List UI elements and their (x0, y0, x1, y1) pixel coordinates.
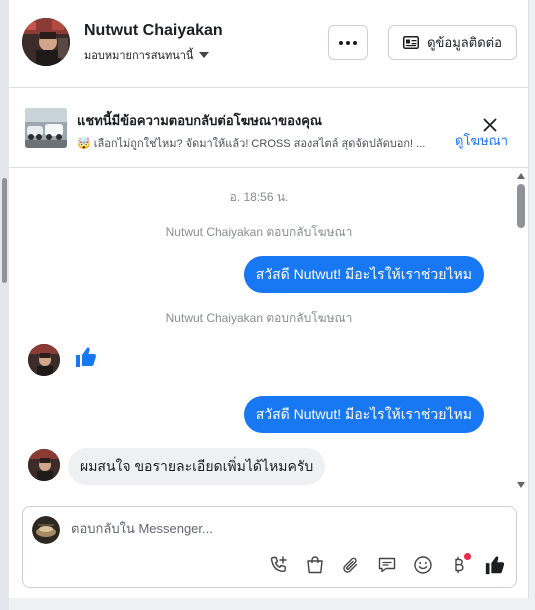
contact-avatar-image (22, 18, 70, 66)
contact-avatar[interactable] (22, 18, 70, 66)
thumbs-up-icon[interactable] (74, 345, 98, 374)
page-avatar (32, 516, 60, 544)
left-pane-scrollbar[interactable] (2, 178, 7, 283)
ad-banner-subtitle: 🤯 เลือกไม่ถูกใช่ไหม? จัดมาให้แล้ว! CROSS… (77, 138, 426, 150)
baht-icon[interactable] (447, 553, 471, 577)
ad-banner-title: แชทนี้มีข้อความตอบกลับต่อโฆษณาของคุณ (77, 113, 322, 128)
sender-avatar[interactable] (28, 344, 60, 376)
message-timestamp: อ. 18:56 น. (229, 190, 289, 204)
paperclip-icon[interactable] (339, 553, 363, 577)
assign-conversation-dropdown[interactable]: มอบหมายการสนทนานี้ (84, 46, 210, 64)
system-message: Nutwut Chaiyakan ตอบกลับโฆษณา (165, 311, 353, 325)
left-pane-edge (0, 0, 9, 610)
emoji-icon[interactable] (411, 553, 435, 577)
caret-down-icon (199, 52, 210, 58)
sender-avatar[interactable] (28, 449, 60, 481)
view-contact-info-label: ดูข้อมูลติดต่อ (427, 35, 502, 50)
quick-reply-icon[interactable] (375, 553, 399, 577)
scroll-up-arrow-icon[interactable] (517, 173, 525, 179)
ad-thumbnail-image (25, 108, 67, 148)
sender-avatar-image (28, 344, 60, 376)
outgoing-message-bubble[interactable]: สวัสดี Nutwut! มีอะไรให้เราช่วยไหม (243, 256, 484, 293)
message-composer (22, 506, 517, 588)
more-options-button[interactable] (328, 25, 368, 60)
phone-plus-icon[interactable] (267, 553, 291, 577)
composer-toolbar (267, 553, 507, 577)
scroll-down-arrow-icon[interactable] (517, 482, 525, 488)
thread-scrollbar[interactable] (514, 168, 528, 493)
more-dot-icon (346, 40, 350, 45)
scrollbar-thumb[interactable] (517, 184, 525, 228)
incoming-message-bubble[interactable]: ผมสนใจ ขอรายละเอียดเพิ่มได้ไหมครับ (68, 448, 326, 485)
outgoing-message-bubble[interactable]: สวัสดี Nutwut! มีอะไรให้เราช่วยไหม (243, 396, 484, 433)
ad-reply-banner: แชทนี้มีข้อความตอบกลับต่อโฆษณาของคุณ 🤯 เ… (9, 88, 529, 168)
message-thread: อ. 18:56 น. Nutwut Chaiyakan ตอบกลับโฆษณ… (9, 168, 529, 493)
contact-name[interactable]: Nutwut Chaiyakan (84, 22, 223, 40)
notification-dot (464, 553, 471, 560)
more-dot-icon (353, 40, 357, 45)
send-like-thumbs-up-icon[interactable] (483, 553, 507, 577)
system-message: Nutwut Chaiyakan ตอบกลับโฆษณา (165, 225, 353, 239)
close-icon[interactable] (483, 118, 497, 137)
assign-conversation-label: มอบหมายการสนทนานี้ (84, 50, 194, 62)
ad-thumbnail[interactable] (25, 108, 67, 148)
page-avatar-image (32, 516, 60, 544)
reply-input[interactable] (71, 521, 491, 536)
conversation-panel: Nutwut Chaiyakan มอบหมายการสนทนานี้ ดูข้… (9, 0, 529, 598)
conversation-header: Nutwut Chaiyakan มอบหมายการสนทนานี้ ดูข้… (9, 0, 529, 88)
more-dot-icon (339, 40, 343, 45)
shopping-bag-icon[interactable] (303, 553, 327, 577)
view-ad-link[interactable]: ดูโฆษณา (455, 130, 508, 151)
view-contact-info-button[interactable]: ดูข้อมูลติดต่อ (388, 25, 517, 60)
contact-card-icon (403, 36, 420, 49)
sender-avatar-image (28, 449, 60, 481)
